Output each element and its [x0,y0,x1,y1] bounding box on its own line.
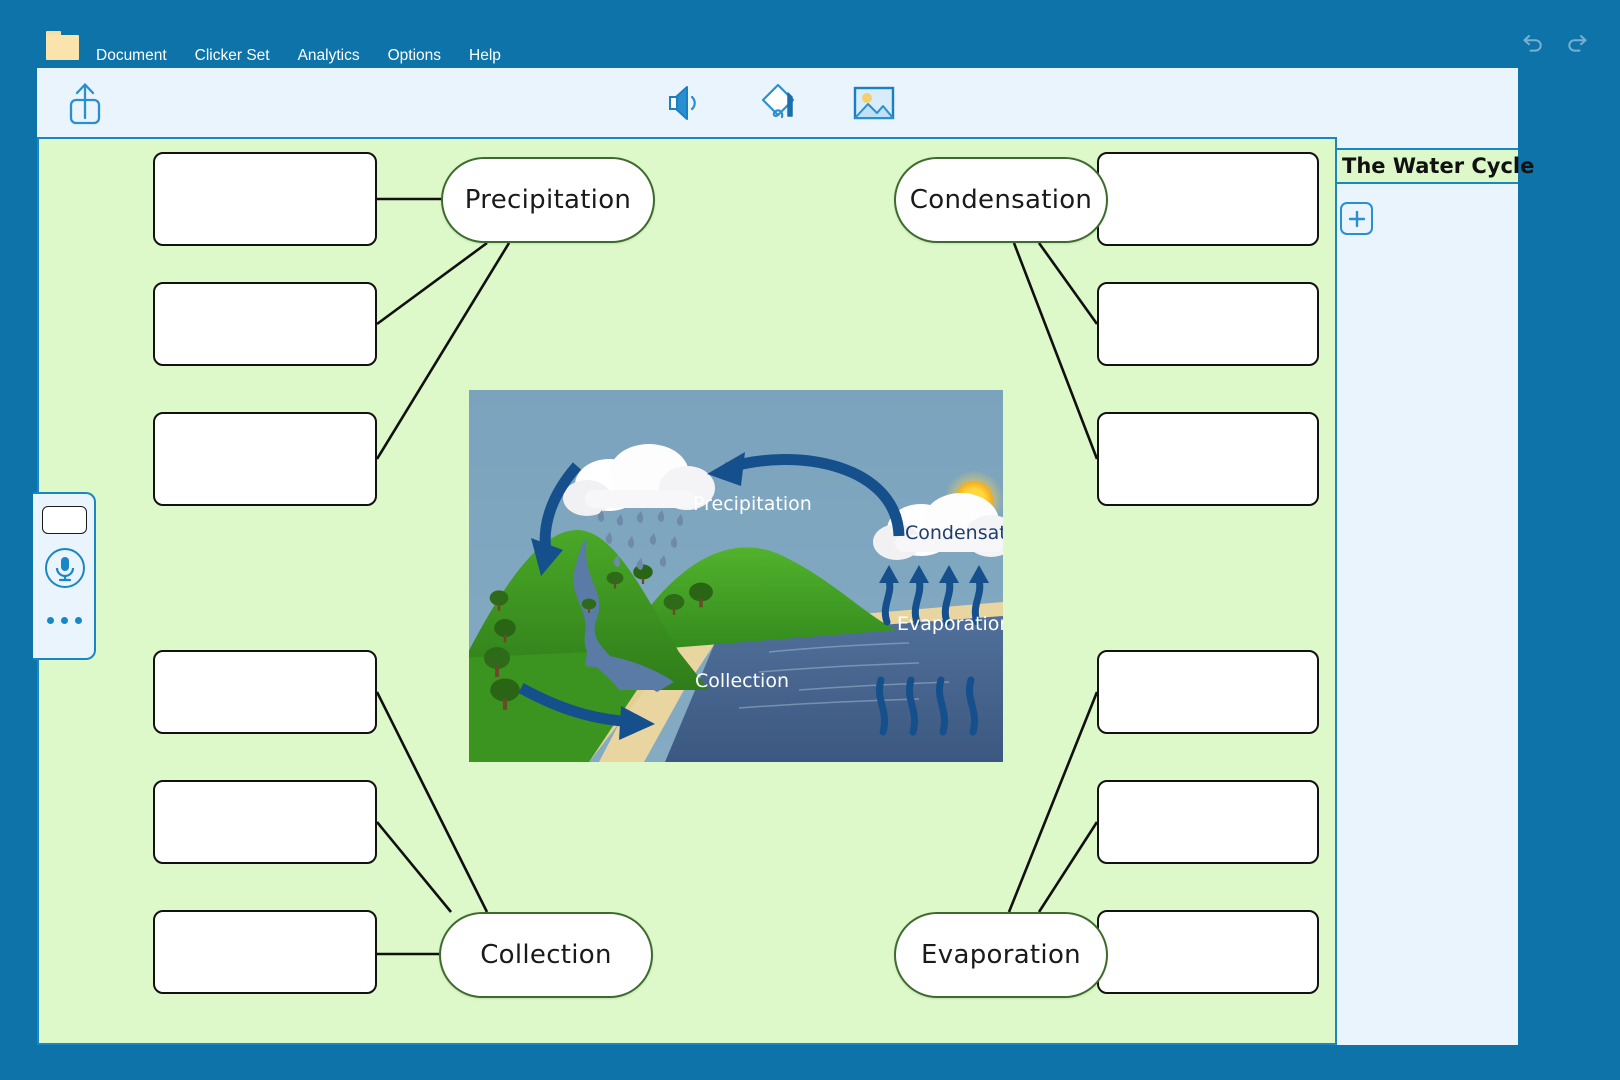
answer-box[interactable] [1097,412,1319,506]
toolbar [37,68,1518,138]
dot [47,617,54,624]
topic-pill-precipitation[interactable]: Precipitation [441,157,655,243]
dot [75,617,82,624]
answer-box[interactable] [1097,780,1319,864]
answer-box[interactable] [153,152,377,246]
picture-label-collection: Collection [695,670,789,692]
answer-box[interactable] [153,650,377,734]
topic-pill-label: Condensation [910,185,1092,215]
answer-box[interactable] [1097,282,1319,366]
answer-box[interactable] [1097,152,1319,246]
more-options-icon[interactable] [33,606,96,634]
image-icon[interactable] [847,80,901,126]
speaker-icon[interactable] [655,80,709,126]
menu-item-options[interactable]: Options [388,46,441,65]
answer-box[interactable] [153,412,377,506]
picture-label-evaporation: Evaporation [897,613,1003,635]
undo-icon[interactable] [1518,28,1548,58]
application-window: Document Clicker Set Analytics Options H… [0,0,1620,1080]
topic-pill-label: Precipitation [465,185,631,215]
left-tool-panel [33,492,96,660]
topic-pill-evaporation[interactable]: Evaporation [894,912,1108,998]
topic-pill-collection[interactable]: Collection [439,912,653,998]
topic-pill-condensation[interactable]: Condensation [894,157,1108,243]
document-title-band[interactable]: The Water Cycle [1337,148,1518,184]
answer-box[interactable] [1097,650,1319,734]
water-cycle-image[interactable]: Precipitation Condensation Evaporation C… [469,390,1003,762]
topic-pill-label: Collection [480,940,612,970]
picture-label-condensation: Condensation [905,522,1003,544]
word-preview-box[interactable] [42,506,87,534]
answer-box[interactable] [153,910,377,994]
history-buttons [1518,28,1592,58]
topic-pill-label: Evaporation [921,940,1081,970]
toolbar-tools [37,68,1518,138]
document-canvas[interactable]: Precipitation Condensation Collection Ev… [37,137,1337,1045]
dot [61,617,68,624]
answer-box[interactable] [153,282,377,366]
redo-icon[interactable] [1562,28,1592,58]
menu-item-help[interactable]: Help [469,46,501,65]
menu-bar: Document Clicker Set Analytics Options H… [0,0,1620,68]
folder-icon[interactable] [46,31,79,60]
menu-item-analytics[interactable]: Analytics [298,46,360,65]
folder-icon-body [46,35,79,60]
answer-box[interactable] [153,780,377,864]
menu-item-clicker-set[interactable]: Clicker Set [195,46,270,65]
answer-box[interactable] [1097,910,1319,994]
menu-item-list: Document Clicker Set Analytics Options H… [96,46,529,65]
add-page-button[interactable] [1340,202,1373,235]
page-title: The Water Cycle [1337,154,1534,178]
menu-item-document[interactable]: Document [96,46,167,65]
microphone-icon[interactable] [44,547,86,589]
plus-icon [1347,209,1367,229]
picture-label-precipitation: Precipitation [693,493,812,515]
paint-pen-icon[interactable] [751,80,805,126]
